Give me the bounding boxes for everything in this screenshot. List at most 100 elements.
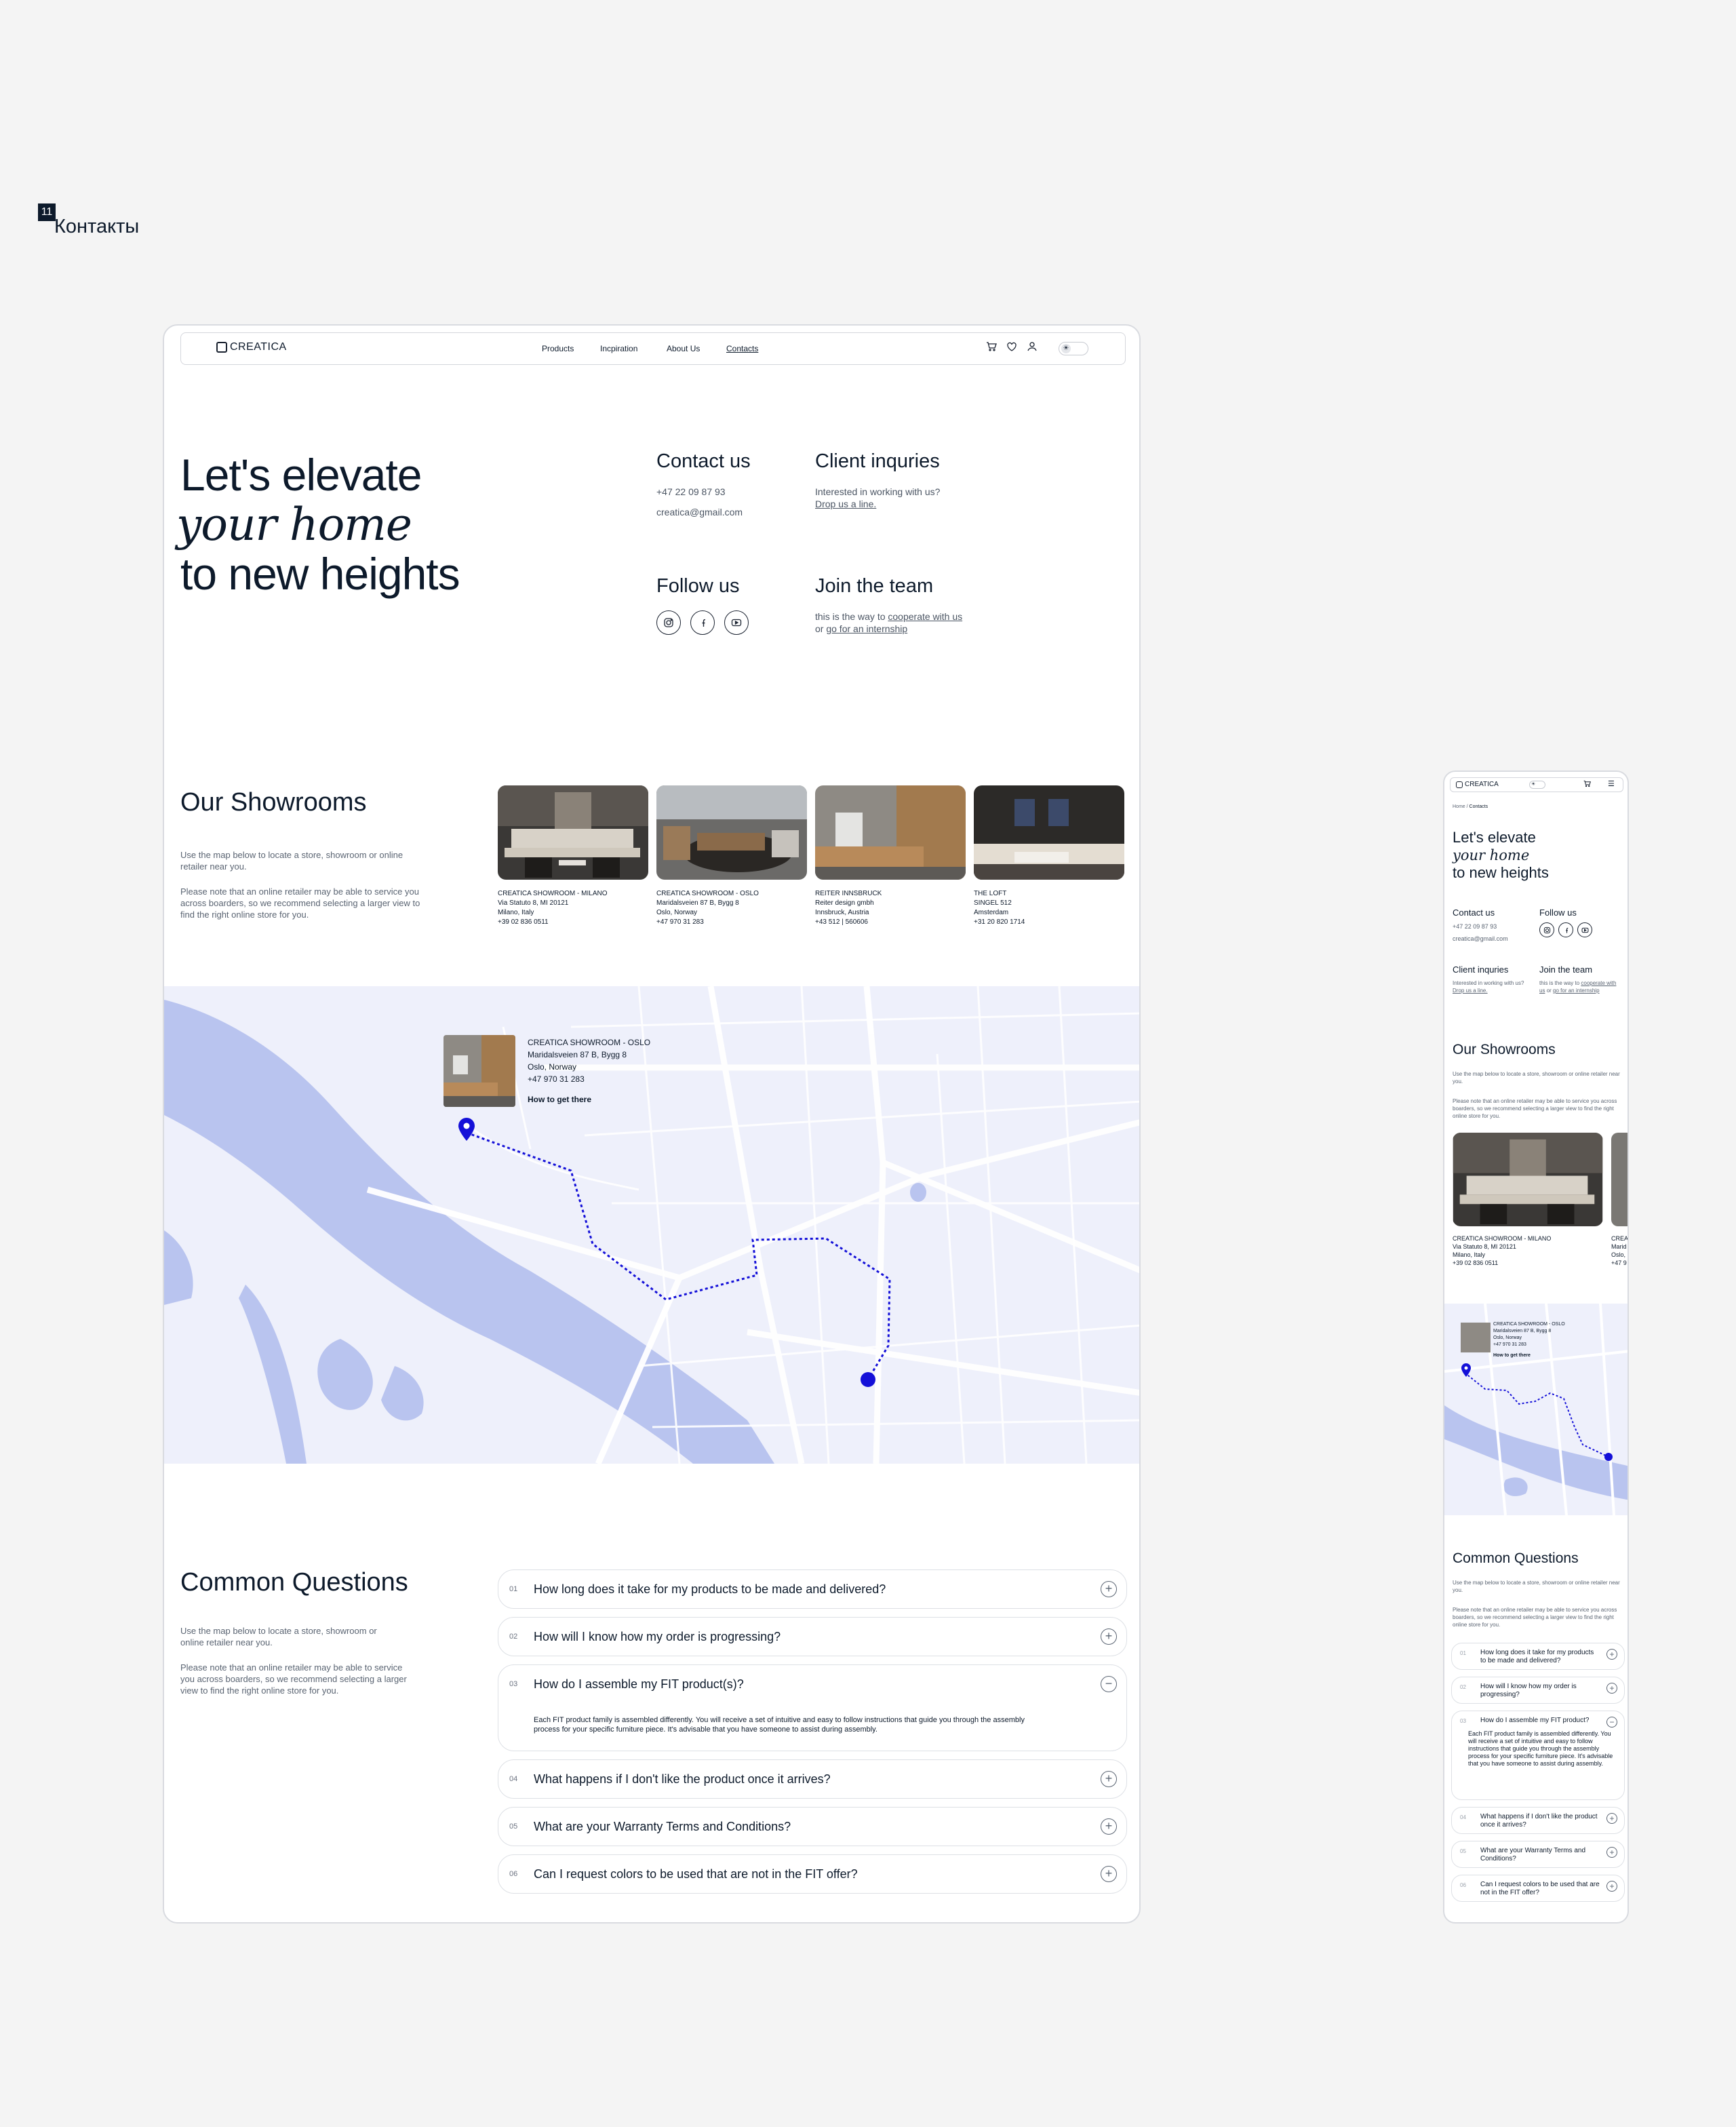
plus-icon[interactable]: + xyxy=(1101,1866,1117,1882)
showroom-name: CREATICA SHOWROOM - MILANO xyxy=(1453,1235,1552,1242)
mobile-map[interactable]: CREATICA SHOWROOM - OSLO Maridalsveien 8… xyxy=(1444,1304,1628,1515)
showroom-card[interactable]: CREATICA SHOWROOM - MILANO Via Statuto 8… xyxy=(498,785,648,927)
mobile-join-text-1: this is the way to xyxy=(1539,980,1580,986)
mobile-showroom-card-peek[interactable]: CREA Marid Oslo, +47 9 xyxy=(1611,1133,1628,1267)
plus-icon[interactable]: + xyxy=(1606,1683,1617,1694)
faq-number: 02 xyxy=(509,1633,518,1641)
minus-icon[interactable]: − xyxy=(1101,1676,1117,1692)
plus-icon[interactable]: + xyxy=(1606,1813,1617,1824)
faq-item[interactable]: 01 How long does it take for my products… xyxy=(498,1569,1127,1609)
mobile-contact-title: Contact us xyxy=(1453,908,1495,918)
cart-icon[interactable] xyxy=(1583,780,1592,789)
showroom-address: Reiter design gmbh xyxy=(815,899,874,907)
showroom-address: Marid xyxy=(1611,1243,1627,1250)
plus-icon[interactable]: + xyxy=(1606,1881,1617,1892)
showroom-address: Via Statuto 8, MI 20121 xyxy=(498,899,569,907)
contact-email[interactable]: creatica@gmail.com xyxy=(656,506,743,518)
faq-question: What are your Warranty Terms and Conditi… xyxy=(1480,1847,1586,1862)
showrooms-para-1: Use the map below to locate a store, sho… xyxy=(180,850,403,872)
logo[interactable]: CREATICA xyxy=(216,341,287,353)
nav-contacts[interactable]: Contacts xyxy=(726,344,758,353)
faq-question: How long does it take for my products to… xyxy=(1480,1649,1594,1664)
plus-icon[interactable]: + xyxy=(1606,1649,1617,1660)
faq-question: Can I request colors to be used that are… xyxy=(534,1867,858,1881)
menu-icon[interactable]: ☰ xyxy=(1608,779,1615,788)
mobile-showrooms-para-1: Use the map below to locate a store, sho… xyxy=(1453,1071,1620,1085)
mobile-faq-item[interactable]: 02 How will I know how my order is progr… xyxy=(1451,1677,1625,1704)
mobile-logo[interactable]: CREATICA xyxy=(1456,781,1499,788)
minus-icon[interactable]: − xyxy=(1606,1717,1617,1728)
plus-icon[interactable]: + xyxy=(1101,1818,1117,1835)
showroom-image xyxy=(656,785,807,880)
logo-text: CREATICA xyxy=(230,341,287,353)
drop-line-link[interactable]: Drop us a line. xyxy=(815,498,876,510)
internship-link[interactable]: go for an internship xyxy=(826,623,907,634)
nav-inspiration[interactable]: Incpiration xyxy=(600,344,637,353)
breadcrumb-home[interactable]: Home xyxy=(1453,804,1465,809)
faq-number: 03 xyxy=(1460,1718,1466,1724)
mobile-directions-link[interactable]: How to get there xyxy=(1493,1352,1615,1359)
mobile-client-title: Client inquries xyxy=(1453,964,1509,975)
faq-item[interactable]: 04 What happens if I don't like the prod… xyxy=(498,1759,1127,1799)
cooperate-link[interactable]: cooperate with us xyxy=(888,611,962,622)
mobile-internship-link[interactable]: go for an internship xyxy=(1553,988,1600,994)
heart-icon[interactable] xyxy=(1004,341,1019,356)
logo-mark-icon xyxy=(216,342,227,353)
mobile-faq-item[interactable]: 06 Can I request colors to be used that … xyxy=(1451,1875,1625,1902)
mobile-faq-item-expanded[interactable]: 03 How do I assemble my FIT product? − E… xyxy=(1451,1711,1625,1800)
plus-icon[interactable]: + xyxy=(1101,1581,1117,1597)
plus-icon[interactable]: + xyxy=(1101,1628,1117,1645)
mobile-faq-item[interactable]: 05 What are your Warranty Terms and Cond… xyxy=(1451,1841,1625,1868)
faq-number: 04 xyxy=(509,1775,518,1783)
breadcrumb-current: Contacts xyxy=(1469,804,1488,809)
plus-icon[interactable]: + xyxy=(1606,1847,1617,1858)
faq-number: 03 xyxy=(509,1680,518,1688)
faq-question: What are your Warranty Terms and Conditi… xyxy=(534,1820,791,1833)
faq-item[interactable]: 06 Can I request colors to be used that … xyxy=(498,1854,1127,1894)
instagram-icon[interactable] xyxy=(656,610,681,635)
showroom-city: Milano, Italy xyxy=(1453,1251,1486,1258)
mobile-drop-line-link[interactable]: Drop us a line. xyxy=(1453,988,1488,994)
nav-products[interactable]: Products xyxy=(542,344,574,353)
showroom-card[interactable]: CREATICA SHOWROOM - OSLO Maridalsveien 8… xyxy=(656,785,807,927)
showroom-image xyxy=(974,785,1124,880)
popup-address: Maridalsveien 87 B, Bygg 8 xyxy=(1493,1329,1552,1333)
facebook-icon[interactable] xyxy=(1558,922,1573,937)
cart-icon[interactable] xyxy=(984,341,999,356)
showroom-name: CREATICA SHOWROOM - MILANO xyxy=(498,890,608,897)
faq-para-1: Use the map below to locate a store, sho… xyxy=(180,1626,377,1647)
user-icon[interactable] xyxy=(1025,341,1040,356)
instagram-icon[interactable] xyxy=(1539,922,1554,937)
hero-line-1: Let's elevate xyxy=(180,450,422,500)
faq-item[interactable]: 02 How will I know how my order is progr… xyxy=(498,1617,1127,1656)
breadcrumb-separator: / xyxy=(1466,804,1468,809)
facebook-icon[interactable] xyxy=(690,610,715,635)
sun-icon[interactable]: ☀ xyxy=(1529,781,1545,789)
contact-phone[interactable]: +47 22 09 87 93 xyxy=(656,486,726,498)
mobile-contact-email[interactable]: creatica@gmail.com xyxy=(1453,935,1508,943)
faq-question: How will I know how my order is progress… xyxy=(534,1630,781,1643)
directions-link[interactable]: How to get there xyxy=(528,1093,684,1106)
mobile-faq-item[interactable]: 01 How long does it take for my products… xyxy=(1451,1643,1625,1670)
faq-item[interactable]: 05 What are your Warranty Terms and Cond… xyxy=(498,1807,1127,1846)
faq-number: 01 xyxy=(1460,1650,1466,1656)
mobile-showrooms-para-2: Please note that an online retailer may … xyxy=(1453,1098,1617,1119)
mobile-faq-item[interactable]: 04 What happens if I don't like the prod… xyxy=(1451,1807,1625,1834)
showroom-map[interactable]: CREATICA SHOWROOM - OSLO Maridalsveien 8… xyxy=(164,986,1139,1464)
youtube-icon[interactable] xyxy=(1577,922,1592,937)
mobile-client-question: Interested in working with us? xyxy=(1453,980,1524,986)
mobile-contact-phone[interactable]: +47 22 09 87 93 xyxy=(1453,922,1497,931)
showroom-phone: +39 02 836 0511 xyxy=(498,918,549,926)
showroom-card[interactable]: REITER INNSBRUCK Reiter design gmbh Inns… xyxy=(815,785,966,927)
mobile-join-title: Join the team xyxy=(1539,964,1593,975)
theme-toggle[interactable]: ☀ xyxy=(1059,342,1088,355)
youtube-icon[interactable] xyxy=(724,610,749,635)
mobile-showrooms-title: Our Showrooms xyxy=(1453,1042,1556,1057)
nav-about[interactable]: About Us xyxy=(667,344,700,353)
mobile-showroom-card[interactable]: CREATICA SHOWROOM - MILANO Via Statuto 8… xyxy=(1453,1133,1603,1267)
plus-icon[interactable]: + xyxy=(1101,1771,1117,1787)
faq-item-expanded[interactable]: 03 How do I assemble my FIT product(s)? … xyxy=(498,1664,1127,1751)
showroom-address: Maridalsveien 87 B, Bygg 8 xyxy=(656,899,739,907)
showrooms-para-2: Please note that an online retailer may … xyxy=(180,886,420,920)
showroom-card[interactable]: THE LOFT SINGEL 512 Amsterdam +31 20 820… xyxy=(974,785,1124,927)
